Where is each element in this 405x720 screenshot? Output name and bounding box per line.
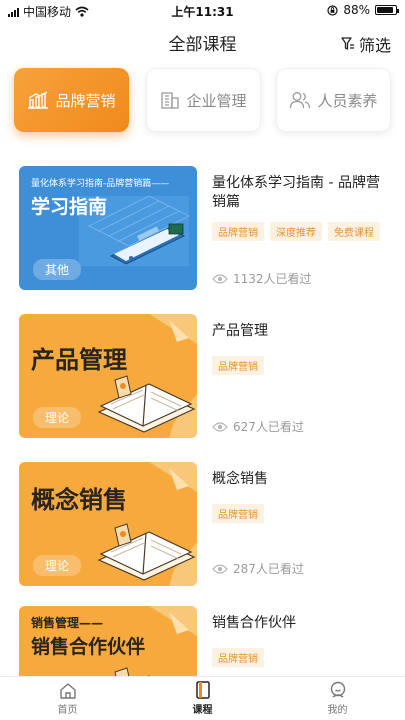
course-tags: 品牌营销 <box>212 648 392 667</box>
course-item[interactable]: 产品管理 理论 产品管理 品牌营销 627人已看过 <box>0 308 405 448</box>
status-right: 88% <box>327 3 399 17</box>
nav-bar: 全部课程 筛选 <box>0 22 405 60</box>
course-tag: 免费课程 <box>328 222 380 241</box>
building-icon <box>161 92 180 109</box>
orientation-lock-icon <box>327 4 338 16</box>
course-title: 量化体系学习指南 - 品牌营销篇 <box>212 175 380 210</box>
course-title: 概念销售 <box>212 471 268 487</box>
view-count-text: 627人已看过 <box>233 420 304 434</box>
tab-mine[interactable]: 我的 <box>270 677 405 720</box>
thumbnail-title: 学习指南 <box>31 196 108 218</box>
course-tag: 品牌营销 <box>212 356 264 375</box>
course-thumbnail: 量化体系学习指南-品牌营销篇—— 学习指南 其他 <box>19 166 197 290</box>
view-count-text: 287人已看过 <box>233 562 304 576</box>
course-title: 产品管理 <box>212 323 268 339</box>
thumbnail-subtitle: 量化体系学习指南-品牌营销篇—— <box>31 179 170 189</box>
course-title: 销售合作伙伴 <box>212 615 296 631</box>
thumbnail-type-tag: 理论 <box>33 407 82 428</box>
book-icon <box>195 681 210 699</box>
thumbnail-subtitle: 销售管理—— <box>31 616 104 630</box>
category-enterprise-management[interactable]: 企业管理 <box>146 68 261 132</box>
eye-icon <box>212 563 228 574</box>
course-item[interactable]: 销售管理—— 销售合作伙伴 销售合作伙伴 品牌营销 <box>0 600 405 680</box>
view-count: 287人已看过 <box>212 560 304 577</box>
tab-bar: 首页 课程 我的 <box>0 676 405 720</box>
tab-home[interactable]: 首页 <box>0 677 135 720</box>
course-tags: 品牌营销 深度推荐 免费课程 <box>212 222 392 241</box>
tab-courses[interactable]: 课程 <box>135 677 270 720</box>
course-thumbnail: 产品管理 理论 <box>19 314 197 438</box>
course-item[interactable]: 概念销售 理论 概念销售 品牌营销 287人已看过 <box>0 456 405 596</box>
status-bar: 中国移动 上午11:31 88% <box>0 0 405 22</box>
eye-icon <box>212 421 228 432</box>
course-tags: 品牌营销 <box>212 504 392 523</box>
category-label: 品牌营销 <box>55 91 116 110</box>
thumbnail-type-tag: 其他 <box>33 259 82 280</box>
tab-label: 首页 <box>57 704 78 716</box>
people-icon <box>290 92 311 109</box>
thumbnail-title: 产品管理 <box>31 346 127 374</box>
course-tag: 品牌营销 <box>212 648 264 667</box>
category-selector: 品牌营销 企业管理 人员素养 <box>14 68 394 134</box>
view-count: 627人已看过 <box>212 418 304 435</box>
course-tag: 品牌营销 <box>212 504 264 523</box>
filter-button[interactable]: 筛选 <box>341 32 391 56</box>
course-thumbnail: 销售管理—— 销售合作伙伴 <box>19 606 197 680</box>
course-tags: 品牌营销 <box>212 356 392 375</box>
course-tag: 深度推荐 <box>270 222 322 241</box>
course-item[interactable]: 量化体系学习指南-品牌营销篇—— 学习指南 其他 量化体系学习指南 - 品牌营销… <box>0 160 405 300</box>
thumbnail-type-tag: 理论 <box>33 555 82 576</box>
thumbnail-title: 概念销售 <box>31 486 127 514</box>
view-count: 1132人已看过 <box>212 270 312 287</box>
eye-icon <box>212 273 228 284</box>
tab-label: 课程 <box>192 705 213 716</box>
home-icon <box>59 682 76 699</box>
category-label: 人员素养 <box>317 91 378 110</box>
category-label: 企业管理 <box>186 91 247 110</box>
category-brand-marketing[interactable]: 品牌营销 <box>14 68 129 132</box>
filter-label: 筛选 <box>358 36 391 55</box>
profile-icon <box>330 681 345 698</box>
category-personnel-quality[interactable]: 人员素养 <box>276 68 391 132</box>
battery-icon <box>375 5 399 15</box>
course-thumbnail: 概念销售 理论 <box>19 462 197 586</box>
battery-percent: 88% <box>343 3 370 17</box>
tab-label: 我的 <box>327 705 348 716</box>
filter-icon <box>341 36 354 50</box>
bar-chart-icon <box>28 91 49 109</box>
view-count-text: 1132人已看过 <box>233 272 312 286</box>
course-tag: 品牌营销 <box>212 222 264 241</box>
thumbnail-title: 销售合作伙伴 <box>31 636 146 658</box>
